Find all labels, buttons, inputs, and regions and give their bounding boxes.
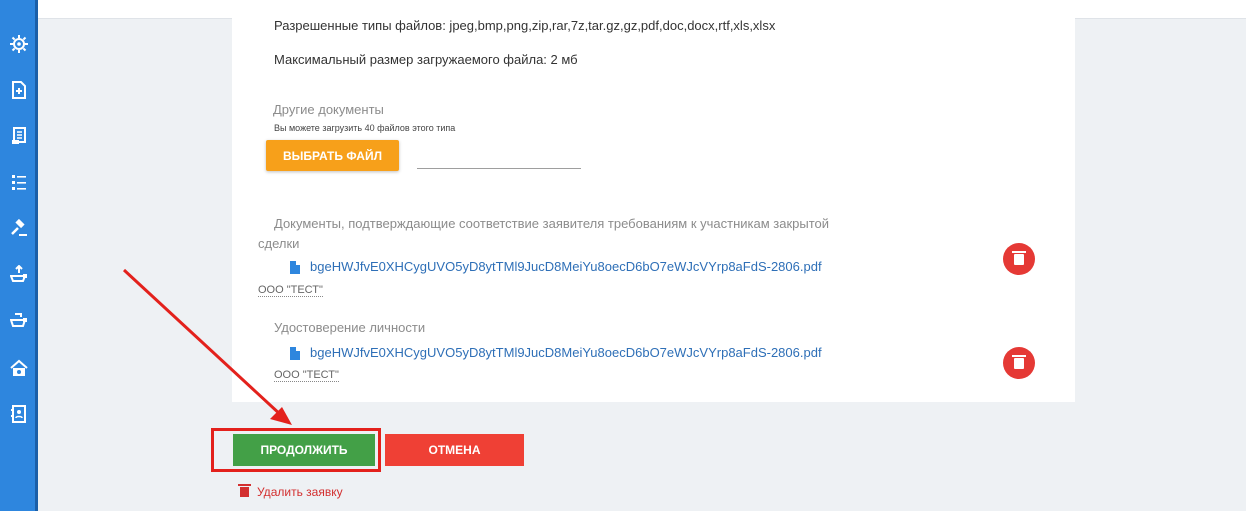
gavel-icon[interactable] <box>9 218 29 238</box>
trash-icon <box>1012 250 1026 265</box>
upload-limit-hint: Вы можете загрузить 40 файлов этого типа <box>274 123 456 133</box>
identity-file-link[interactable]: bgeHWJfvE0XHCygUVO5yD8ytTMl9JucD8MeiYu8o… <box>310 345 822 360</box>
compliance-file-link[interactable]: bgeHWJfvE0XHCygUVO5yD8ytTMl9JucD8MeiYu8o… <box>310 259 822 274</box>
boat-icon[interactable] <box>9 310 29 330</box>
scroll-icon[interactable] <box>9 126 29 146</box>
document-add-icon[interactable] <box>9 80 29 100</box>
annotation-highlight-box <box>211 428 381 472</box>
max-file-size: Максимальный размер загружаемого файла: … <box>274 52 578 67</box>
compliance-documents-title: Документы, подтверждающие соответствие з… <box>274 216 830 231</box>
gear-icon[interactable] <box>9 34 29 54</box>
identity-document-title: Удостоверение личности <box>274 320 426 335</box>
list-icon[interactable] <box>9 172 29 192</box>
delete-application-link[interactable]: Удалить заявку <box>238 484 343 499</box>
allowed-file-types: Разрешенные типы файлов: jpeg,bmp,png,zi… <box>274 18 776 33</box>
file-icon <box>290 347 300 360</box>
sidebar <box>0 0 38 511</box>
compliance-documents-title-cont: сделки <box>258 236 300 251</box>
contact-book-icon[interactable] <box>9 404 29 424</box>
delete-application-label: Удалить заявку <box>257 485 343 499</box>
selected-file-field[interactable] <box>417 168 581 169</box>
delete-compliance-file-button[interactable] <box>1003 243 1035 275</box>
house-money-icon[interactable] <box>9 358 29 378</box>
boat-up-icon[interactable] <box>9 264 29 284</box>
cancel-button[interactable]: ОТМЕНА <box>385 434 524 466</box>
trash-icon <box>1012 354 1026 369</box>
trash-icon <box>238 484 251 497</box>
choose-file-button[interactable]: ВЫБРАТЬ ФАЙЛ <box>266 140 399 171</box>
file-icon <box>290 261 300 274</box>
other-documents-title: Другие документы <box>273 102 384 117</box>
compliance-file-owner: ООО "ТЕСТ" <box>258 284 323 297</box>
identity-file-owner: ООО "ТЕСТ" <box>274 369 339 382</box>
delete-identity-file-button[interactable] <box>1003 347 1035 379</box>
